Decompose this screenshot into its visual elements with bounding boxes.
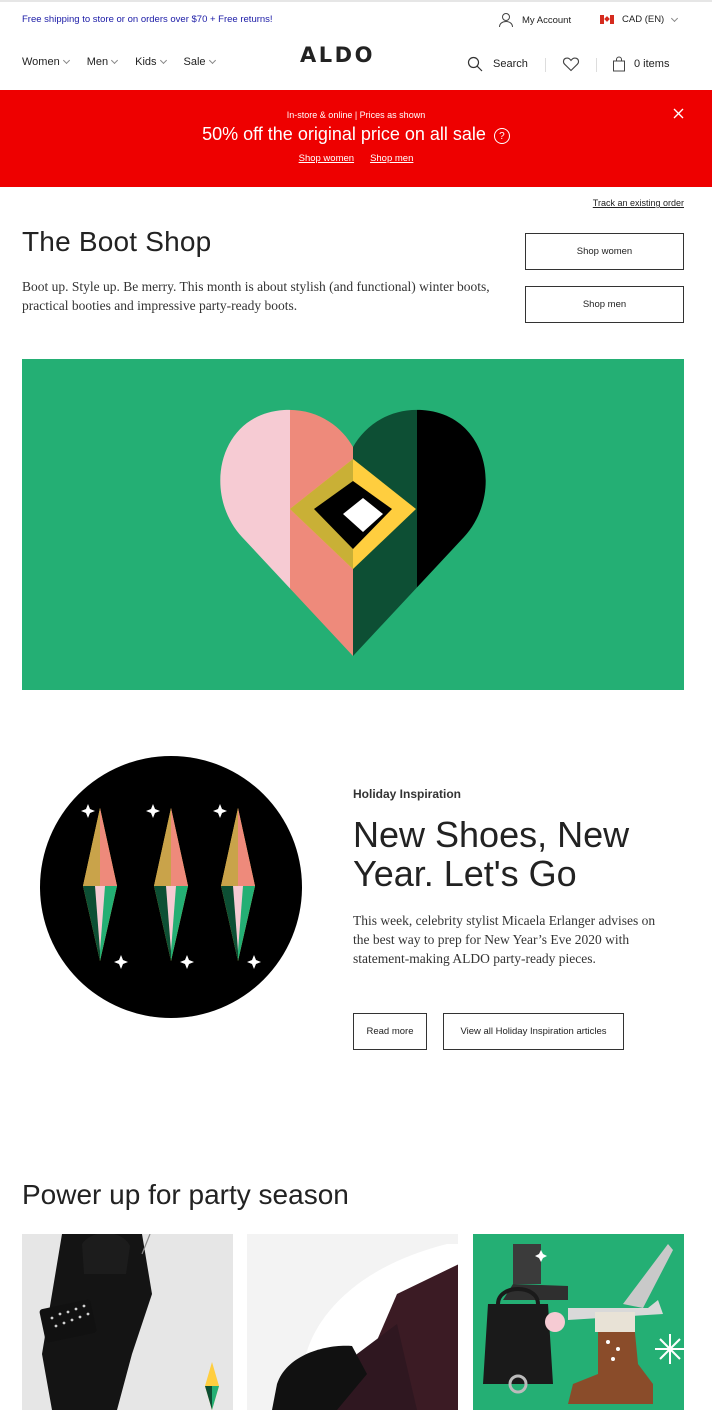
chevron-down-icon <box>671 14 679 22</box>
aldo-logo[interactable]: ALDO <box>300 43 375 67</box>
heart-icon <box>562 57 580 72</box>
banner-headline: 50% off the original price on all sale ? <box>0 124 712 145</box>
my-account-label: My Account <box>522 14 572 26</box>
boot-shop-description: Boot up. Style up. Be merry. This month … <box>22 279 490 313</box>
shop-women-button[interactable]: Shop women <box>525 233 684 270</box>
boot-shop-hero-image[interactable] <box>22 359 684 690</box>
banner-subtitle: In-store & online | Prices as shown <box>286 110 426 120</box>
nav-item-label: Men <box>86 56 109 68</box>
divider <box>596 58 597 72</box>
main-nav: Women Men Kids Sale ALDO Search 0 items <box>0 40 712 90</box>
cart-count-label: 0 items <box>634 58 670 70</box>
wishlist-button[interactable] <box>562 55 580 78</box>
article-title: New Shoes, New Year. Let's Go <box>353 814 630 894</box>
banner-close-button[interactable] <box>673 106 684 124</box>
help-icon[interactable]: ? <box>493 128 510 144</box>
boots-and-bag-image <box>473 1234 684 1410</box>
cart-button[interactable]: 0 items <box>612 56 669 72</box>
search-icon <box>467 56 483 72</box>
chevron-down-icon <box>159 56 167 65</box>
view-all-articles-button[interactable]: View all Holiday Inspiration articles <box>443 1013 624 1050</box>
product-tile-handbag[interactable] <box>22 1234 233 1410</box>
shop-men-button[interactable]: Shop men <box>525 286 684 323</box>
sale-banner: In-store & online | Prices as shown 50% … <box>0 90 712 187</box>
close-icon <box>673 108 684 119</box>
divider <box>545 58 546 72</box>
article-category: Holiday Inspiration <box>353 787 462 801</box>
party-section-title: Power up for party season <box>22 1179 349 1210</box>
article-description: This week, celebrity stylist Micaela Erl… <box>353 913 656 966</box>
nav-item-label: Kids <box>135 56 157 68</box>
utility-bar: Free shipping to store or on orders over… <box>0 2 712 38</box>
banner-links: Shop women Shop men <box>0 153 712 164</box>
model-with-clutch-image <box>22 1234 233 1410</box>
boot-shop-title: The Boot Shop <box>22 226 212 257</box>
chevron-down-icon <box>208 56 216 65</box>
my-account-link[interactable]: My Account <box>498 12 571 28</box>
locale-label: CAD (EN) <box>622 14 665 25</box>
nav-item-men[interactable]: Men <box>86 56 119 68</box>
search-button[interactable]: Search <box>467 56 528 72</box>
search-label: Search <box>493 58 528 70</box>
category-menu: Women Men Kids Sale <box>22 56 216 68</box>
shipping-promo[interactable]: Free shipping to store or on orders over… <box>22 14 273 25</box>
canada-flag-icon <box>600 15 614 24</box>
shopping-bag-icon <box>613 56 625 72</box>
nav-item-kids[interactable]: Kids <box>135 56 167 68</box>
mens-dress-shoe-image <box>247 1234 458 1410</box>
product-tile-boots[interactable] <box>473 1234 684 1410</box>
chevron-down-icon <box>62 56 70 65</box>
chevron-down-icon <box>111 56 119 65</box>
nav-item-sale[interactable]: Sale <box>183 56 216 68</box>
product-tile-mens-shoe[interactable] <box>247 1234 458 1410</box>
banner-shop-men-link[interactable]: Shop men <box>370 153 413 164</box>
nav-item-women[interactable]: Women <box>22 56 70 68</box>
nav-item-label: Women <box>22 56 60 68</box>
user-icon <box>499 13 513 28</box>
heart-graphic <box>220 409 486 656</box>
crystals-graphic <box>40 756 302 1018</box>
read-more-button[interactable]: Read more <box>353 1013 427 1050</box>
banner-headline-text: 50% off the original price on all sale <box>202 124 486 144</box>
nav-item-label: Sale <box>183 56 206 68</box>
banner-shop-women-link[interactable]: Shop women <box>299 153 354 164</box>
holiday-inspiration-image[interactable] <box>40 756 302 1018</box>
locale-selector[interactable]: CAD (EN) <box>600 14 679 25</box>
track-order-link[interactable]: Track an existing order <box>593 198 684 208</box>
